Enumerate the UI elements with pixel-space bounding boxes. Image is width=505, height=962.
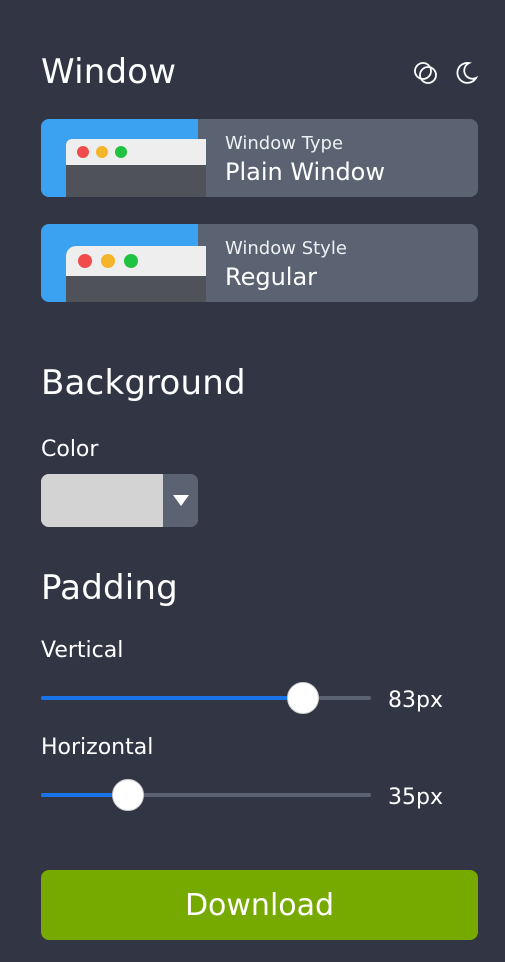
vertical-padding-slider[interactable] xyxy=(41,682,371,714)
chevron-down-icon xyxy=(172,494,189,506)
slider-fill xyxy=(41,696,302,700)
window-type-preview xyxy=(41,119,206,197)
horizontal-padding-label: Horizontal xyxy=(41,735,154,760)
maximize-dot xyxy=(115,146,127,158)
slider-handle[interactable] xyxy=(112,779,144,811)
window-style-preview xyxy=(41,224,206,302)
color-picker[interactable] xyxy=(41,474,198,527)
window-style-label: Window Style xyxy=(225,238,347,259)
slider-handle[interactable] xyxy=(287,682,319,714)
horizontal-padding-value: 35px xyxy=(388,785,443,810)
color-label: Color xyxy=(41,437,99,462)
download-button[interactable]: Download xyxy=(41,870,478,940)
horizontal-padding-slider[interactable] xyxy=(41,779,371,811)
padding-section-title: Padding xyxy=(41,568,178,608)
window-type-card[interactable]: Window Type Plain Window xyxy=(41,119,478,197)
minimize-dot xyxy=(96,146,108,158)
vertical-padding-label: Vertical xyxy=(41,638,124,663)
vertical-padding-value: 83px xyxy=(388,688,443,713)
color-dropdown-toggle[interactable] xyxy=(163,474,198,527)
window-style-card[interactable]: Window Style Regular xyxy=(41,224,478,302)
color-swatch[interactable] xyxy=(41,474,163,527)
window-type-value: Plain Window xyxy=(225,158,385,186)
close-dot xyxy=(78,254,92,268)
theme-circles-icon[interactable] xyxy=(413,60,439,86)
header-icons xyxy=(413,60,479,86)
maximize-dot xyxy=(124,254,138,268)
background-section-title: Background xyxy=(41,363,246,403)
moon-icon[interactable] xyxy=(453,60,479,86)
window-type-label: Window Type xyxy=(225,133,344,154)
window-style-value: Regular xyxy=(225,263,318,291)
window-section-title: Window xyxy=(41,52,177,92)
close-dot xyxy=(77,146,89,158)
minimize-dot xyxy=(101,254,115,268)
